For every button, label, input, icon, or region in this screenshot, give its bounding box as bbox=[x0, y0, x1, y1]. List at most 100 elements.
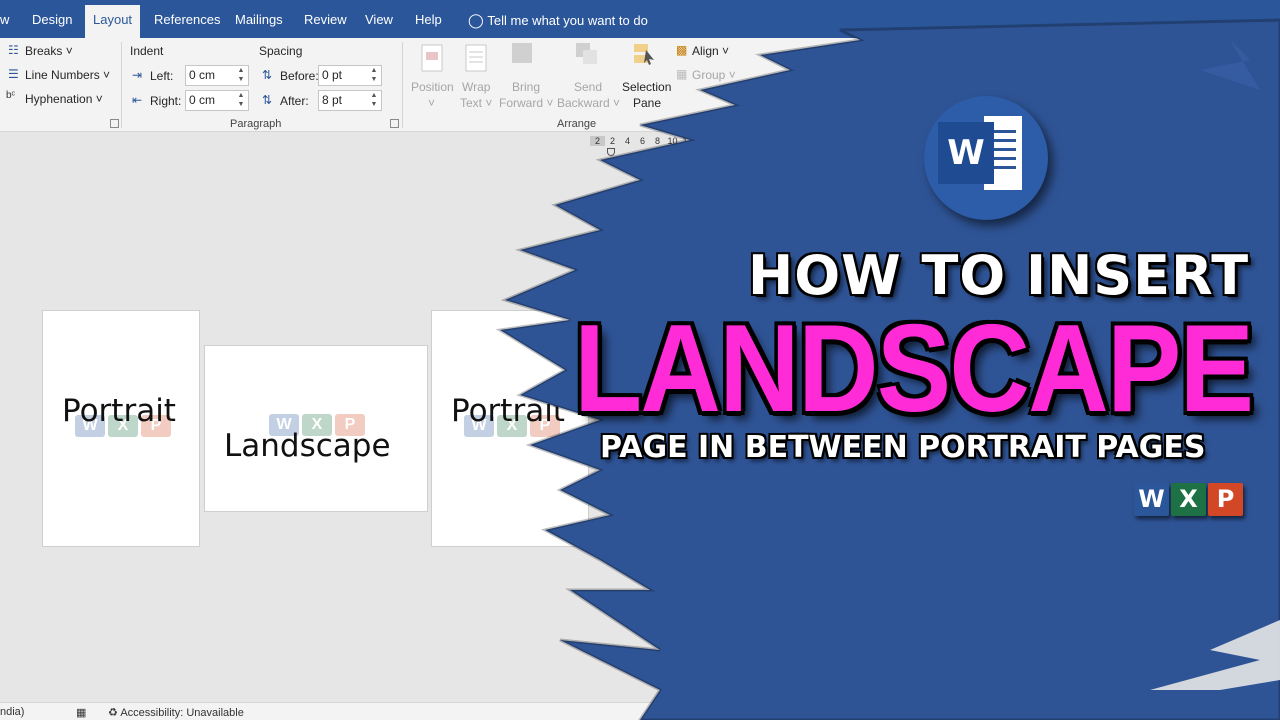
align-button[interactable]: Align ˅ bbox=[692, 44, 729, 58]
language-status[interactable]: ndia) bbox=[0, 706, 24, 718]
tell-me-search[interactable]: ◯ Tell me what you want to do bbox=[468, 0, 648, 38]
ruler-tick: 12 bbox=[682, 136, 693, 146]
line-numbers-label: Line Numbers bbox=[25, 68, 100, 82]
indent-right-label: Right: bbox=[150, 94, 182, 108]
ruler-tick: 10 bbox=[667, 136, 678, 146]
spinner-arrows-icon[interactable]: ▲ ▼ bbox=[236, 91, 246, 109]
ruler-tick: 2 bbox=[590, 136, 605, 146]
align-label: Align bbox=[692, 44, 719, 58]
spacing-after-value: 8 pt bbox=[322, 93, 343, 107]
accessibility-icon: ♻ bbox=[108, 707, 118, 719]
send-backward-icon bbox=[576, 43, 597, 64]
page-text: Portrait bbox=[62, 393, 176, 429]
tab-layout[interactable]: Layout bbox=[85, 5, 141, 38]
group-button[interactable]: Group ˅ bbox=[692, 68, 736, 82]
indent-left-label: Left: bbox=[150, 69, 174, 83]
send-backward-label-1: Send bbox=[574, 80, 603, 94]
indent-heading: Indent bbox=[130, 44, 164, 58]
spacing-after-icon: ⇅ bbox=[262, 93, 273, 107]
group-icon: ▦ bbox=[676, 67, 688, 81]
brand-letter: W bbox=[1134, 483, 1169, 516]
indent-marker-icon[interactable] bbox=[607, 148, 615, 156]
document-page-portrait-2[interactable]: WXP Portrait bbox=[431, 310, 589, 547]
page-text: Portrait bbox=[451, 393, 565, 429]
wxp-brand-logo: W X P bbox=[1134, 483, 1243, 516]
align-icon: ▩ bbox=[676, 43, 688, 57]
zoom-percent[interactable]: 20% bbox=[1024, 706, 1046, 718]
wrap-text-label-1: Wrap bbox=[462, 80, 491, 94]
word-logo-letter: W bbox=[938, 122, 994, 184]
wrap-text-icon bbox=[465, 44, 487, 72]
brand-letter: P bbox=[1208, 483, 1243, 516]
indent-left-value: 0 cm bbox=[189, 68, 216, 82]
page-setup-launcher-icon[interactable] bbox=[110, 119, 119, 128]
line-numbers-button[interactable]: Line Numbers ˅ bbox=[25, 68, 110, 82]
position-label: Position bbox=[411, 80, 454, 94]
page-text: Landscape bbox=[224, 428, 391, 464]
indent-left-input[interactable]: 0 cm ▲ ▼ bbox=[185, 65, 249, 86]
indent-right-input[interactable]: 0 cm ▲ ▼ bbox=[185, 90, 249, 111]
thumbnail-headline-2: LANDSCAPE bbox=[574, 300, 1254, 438]
spacing-before-icon: ⇅ bbox=[262, 68, 273, 82]
spinner-arrows-icon[interactable]: ▲ ▼ bbox=[369, 66, 379, 84]
send-backward-label-2: Backward ˅ bbox=[557, 96, 621, 110]
ribbon-tab-bar: w Design Layout References Mailings Revi… bbox=[0, 0, 1280, 38]
ruler-tick: 2 bbox=[609, 136, 615, 146]
macro-icon[interactable]: ▦ bbox=[76, 706, 86, 719]
accessibility-text: Accessibility: Unavailable bbox=[120, 707, 244, 719]
indent-right-icon: ⇤ bbox=[132, 93, 143, 107]
bring-forward-icon bbox=[512, 43, 532, 63]
accessibility-status[interactable]: ♻ Accessibility: Unavailable bbox=[108, 706, 244, 719]
spinner-arrows-icon[interactable]: ▲ ▼ bbox=[236, 66, 246, 84]
ribbon: ☷ Breaks ˅ ☰ Line Numbers ˅ bᶜ Hyphenati… bbox=[0, 38, 1280, 132]
wrap-text-label-2: Text ˅ bbox=[460, 96, 493, 110]
hyphenation-button[interactable]: Hyphenation ˅ bbox=[25, 92, 103, 106]
tab-view[interactable]: View bbox=[365, 0, 393, 38]
tab-view-partial[interactable]: w bbox=[0, 0, 9, 38]
hyphenation-label: Hyphenation bbox=[25, 92, 93, 106]
ruler-tick: 14 bbox=[697, 136, 708, 146]
indent-right-value: 0 cm bbox=[189, 93, 216, 107]
tab-help[interactable]: Help bbox=[415, 0, 442, 38]
document-page-landscape[interactable]: WXP Landscape bbox=[204, 345, 428, 512]
ruler-tick: 4 bbox=[624, 136, 630, 146]
indent-left-icon: ⇥ bbox=[132, 68, 143, 82]
status-bar: ndia) ▦ ♻ Accessibility: Unavailable 20% bbox=[0, 702, 1280, 720]
paragraph-group-label: Paragraph bbox=[230, 118, 282, 130]
group-separator bbox=[402, 42, 403, 128]
bring-forward-label-2: Forward ˅ bbox=[499, 96, 554, 110]
thumbnail-headline-3: PAGE IN BETWEEN PORTRAIT PAGES bbox=[600, 430, 1206, 465]
brand-letter: X bbox=[1171, 483, 1206, 516]
arrange-group-label: Arrange bbox=[557, 118, 597, 130]
document-page-portrait-1[interactable]: WXP Portrait bbox=[42, 310, 200, 547]
tab-references[interactable]: References bbox=[154, 0, 220, 38]
selection-pane-label-1: Selection bbox=[622, 80, 672, 94]
dropdown-caret-icon: ˅ bbox=[428, 96, 436, 110]
paragraph-launcher-icon[interactable] bbox=[390, 119, 399, 128]
spacing-after-input[interactable]: 8 pt ▲ ▼ bbox=[318, 90, 382, 111]
tell-me-text: Tell me what you want to do bbox=[487, 13, 648, 28]
tab-review[interactable]: Review bbox=[304, 0, 347, 38]
spinner-arrows-icon[interactable]: ▲ ▼ bbox=[369, 91, 379, 109]
selection-pane-label-2: Pane bbox=[633, 96, 662, 110]
breaks-button[interactable]: Breaks ˅ bbox=[25, 44, 73, 58]
spacing-heading: Spacing bbox=[259, 44, 303, 58]
ruler-tick: 8 bbox=[654, 136, 660, 146]
position-icon bbox=[421, 44, 443, 72]
spacing-after-label: After: bbox=[280, 94, 309, 108]
group-separator bbox=[121, 42, 122, 128]
group-label: Group bbox=[692, 68, 726, 82]
breaks-label: Breaks bbox=[25, 44, 63, 58]
bring-forward-label-1: Bring bbox=[512, 80, 541, 94]
spacing-before-input[interactable]: 0 pt ▲ ▼ bbox=[318, 65, 382, 86]
tab-design[interactable]: Design bbox=[32, 0, 72, 38]
tab-mailings[interactable]: Mailings bbox=[235, 0, 283, 38]
spacing-before-value: 0 pt bbox=[322, 68, 343, 82]
hyphenation-icon: bᶜ bbox=[6, 90, 16, 101]
breaks-icon: ☷ bbox=[8, 43, 19, 57]
ruler-tick: 6 bbox=[639, 136, 645, 146]
line-numbers-icon: ☰ bbox=[8, 67, 19, 81]
lightbulb-icon: ◯ bbox=[468, 12, 484, 28]
spacing-before-label: Before: bbox=[280, 69, 319, 83]
selection-pane-icon bbox=[634, 44, 654, 65]
